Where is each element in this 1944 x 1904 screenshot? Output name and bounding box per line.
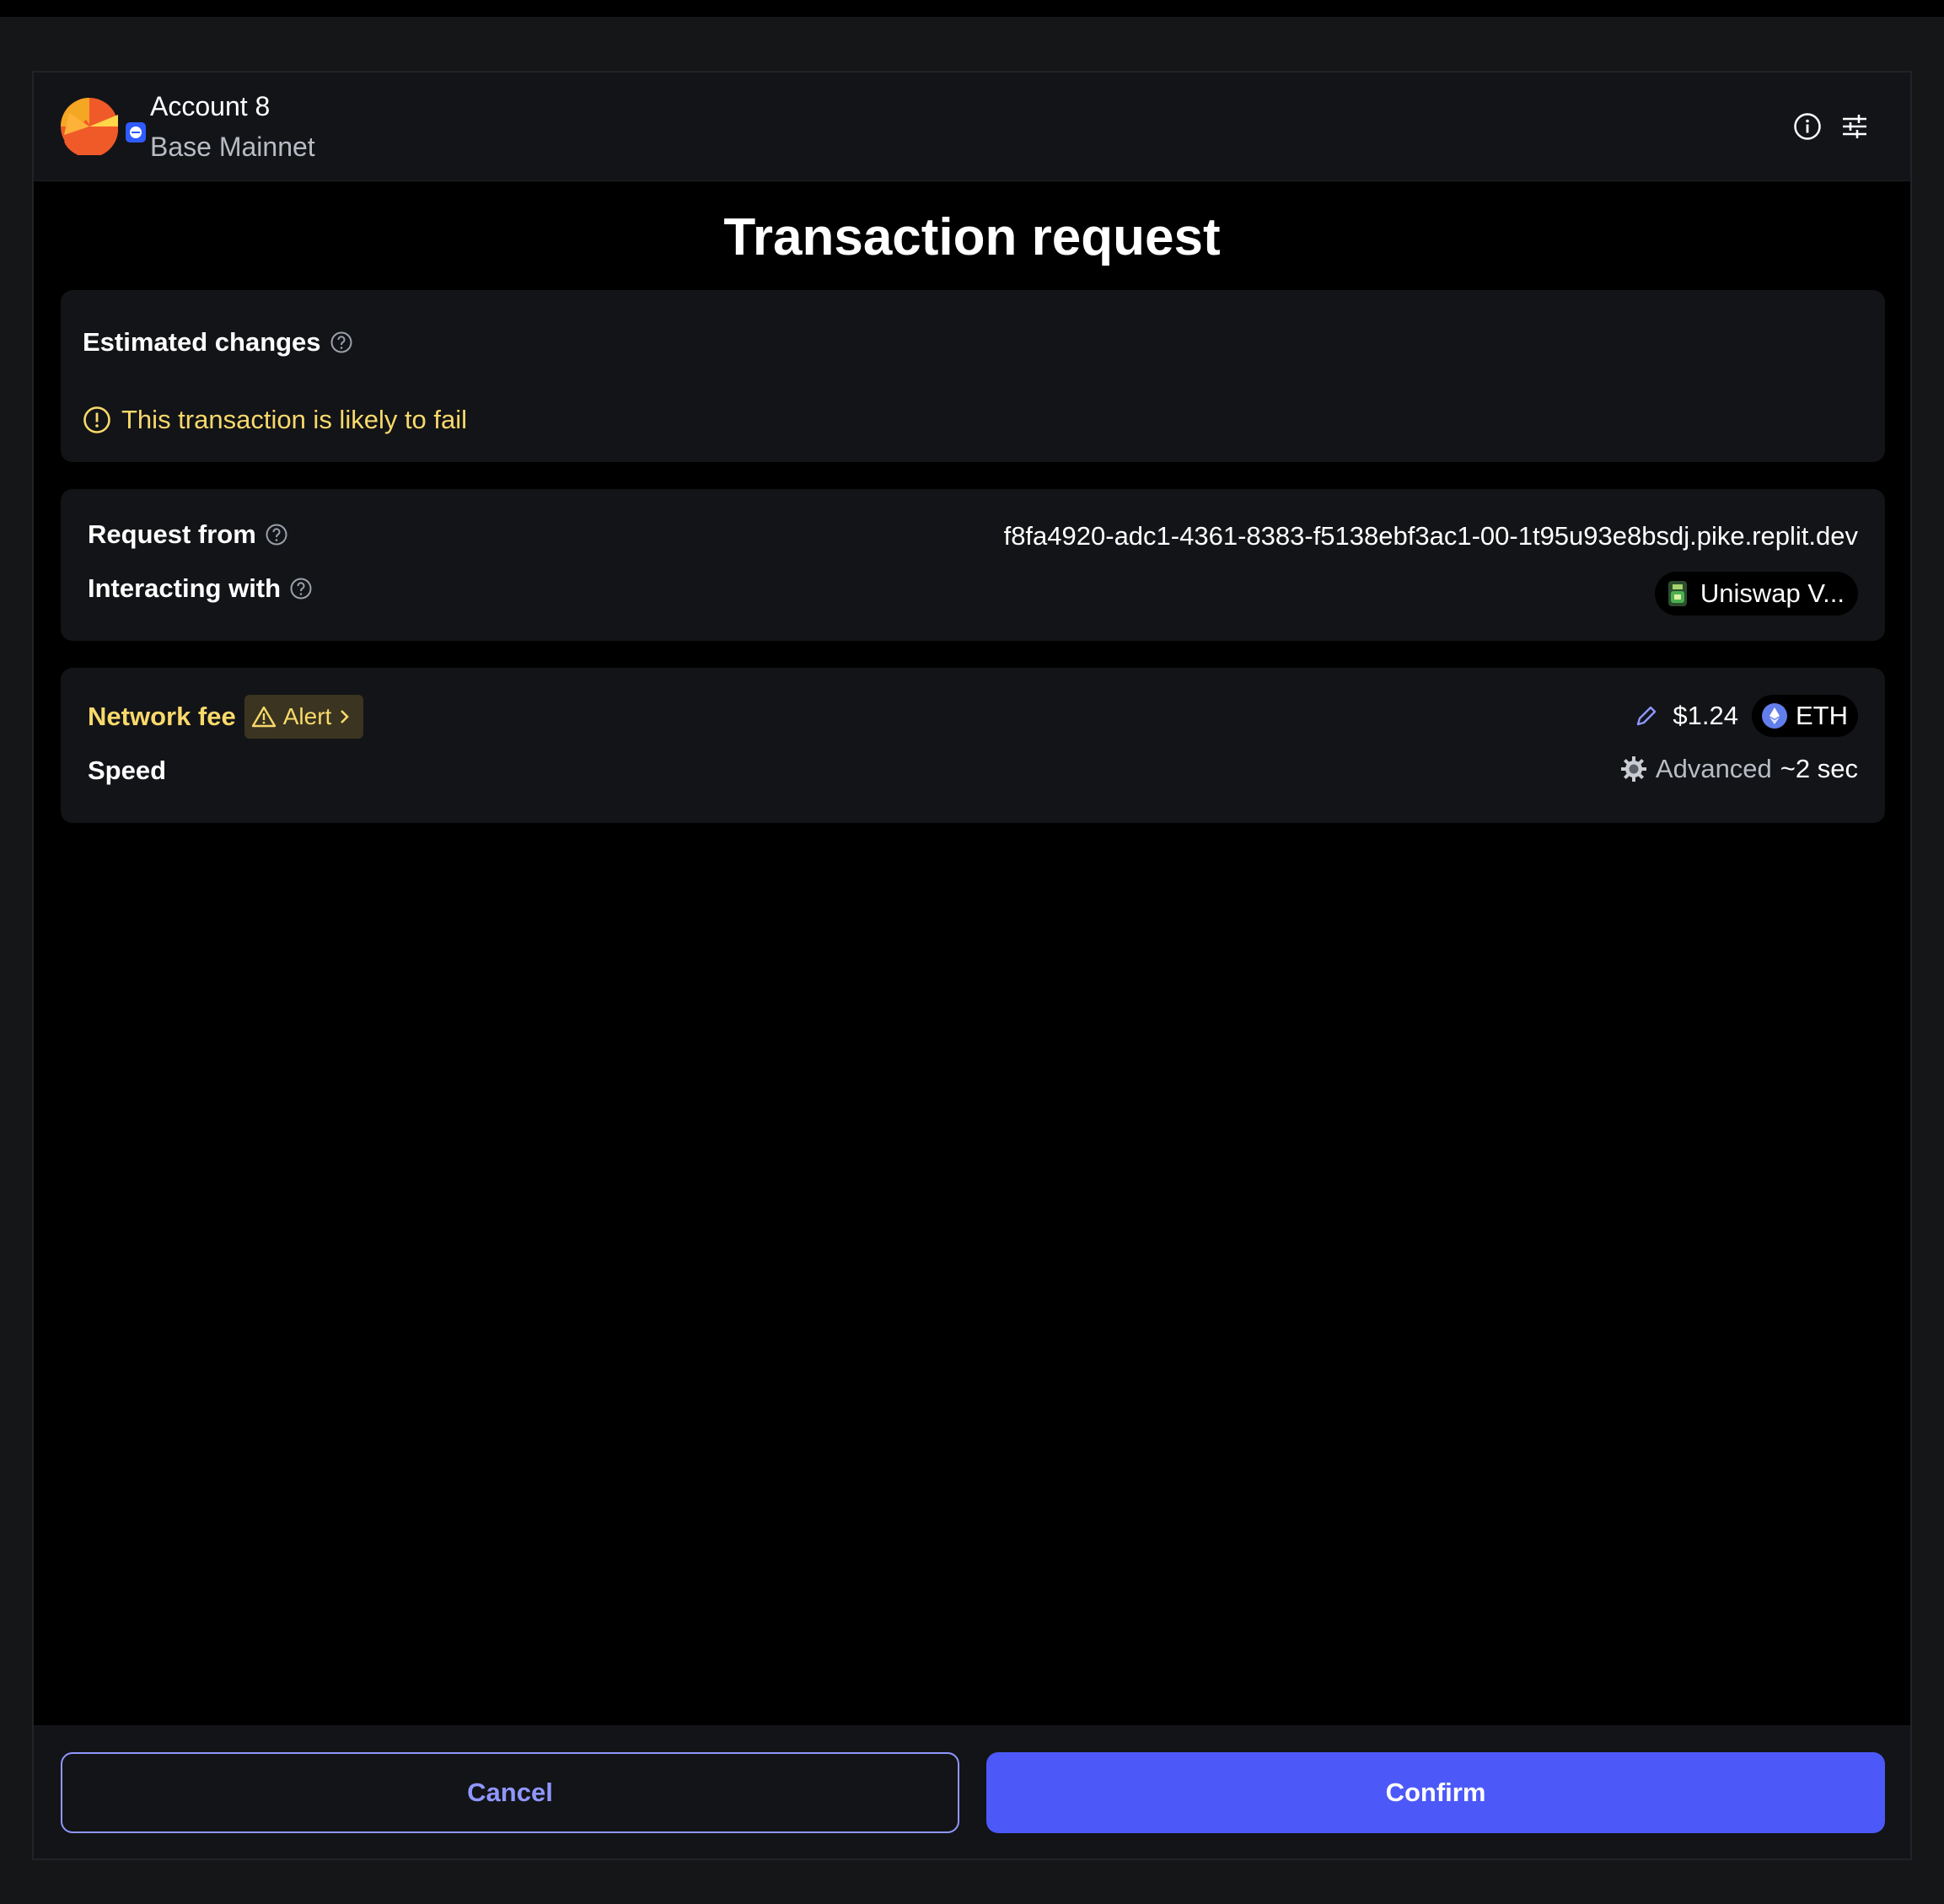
- failure-warning: This transaction is likely to fail: [83, 405, 467, 435]
- network-name[interactable]: Base Mainnet: [150, 132, 315, 163]
- question-icon[interactable]: [330, 331, 353, 354]
- speed-label: Speed: [88, 756, 167, 785]
- warning-triangle-icon: [251, 706, 276, 728]
- page-title: Transaction request: [723, 208, 1221, 266]
- top-bar: [0, 0, 1944, 17]
- speed-mode: Advanced: [1655, 754, 1772, 783]
- contract-name: Uniswap V...: [1700, 578, 1845, 608]
- chevron-right-icon: [341, 710, 350, 723]
- estimated-changes-label: Estimated changes: [83, 327, 353, 358]
- failure-warning-text: This transaction is likely to fail: [121, 405, 468, 434]
- eth-icon: [1762, 703, 1787, 729]
- currency-chip[interactable]: ETH: [1752, 695, 1858, 737]
- gear-icon: [1620, 756, 1646, 782]
- request-from-text: Request from: [88, 519, 256, 549]
- fee-amount: $1.24: [1673, 701, 1738, 730]
- account-name[interactable]: Account 8: [150, 91, 270, 122]
- pencil-edit-icon[interactable]: [1634, 703, 1659, 729]
- question-icon[interactable]: [265, 523, 288, 546]
- sliders-settings-icon[interactable]: [1838, 110, 1872, 143]
- request-from-label: Request from: [88, 519, 288, 550]
- speed-time: ~2 sec: [1780, 754, 1858, 783]
- contract-pill[interactable]: Uniswap V...: [1654, 572, 1858, 616]
- alert-chip[interactable]: Alert: [244, 695, 364, 739]
- interacting-with-text: Interacting with: [88, 573, 282, 603]
- account-header: Account 8 Base Mainnet: [34, 73, 1910, 181]
- cancel-button[interactable]: Cancel: [61, 1752, 959, 1833]
- network-fee-row: Network fee Alert: [88, 695, 364, 739]
- estimated-changes-card: Estimated changes This transaction is li…: [61, 290, 1885, 462]
- base-network-icon: [123, 120, 148, 145]
- currency-label: ETH: [1796, 701, 1848, 730]
- alert-label: Alert: [282, 703, 332, 729]
- request-details-card: Request from f8fa4920-adc1-4361-8383-f51…: [61, 489, 1885, 641]
- request-from-value: f8fa4920-adc1-4361-8383-f5138ebf3ac1-00-…: [1003, 521, 1858, 551]
- network-fee-label: Network fee: [88, 702, 236, 731]
- transaction-dialog: Account 8 Base Mainnet Transaction reque…: [32, 71, 1912, 1860]
- action-footer: Cancel Confirm: [34, 1725, 1910, 1858]
- interacting-with-label: Interacting with: [88, 573, 313, 604]
- estimated-changes-text: Estimated changes: [83, 327, 321, 357]
- warning-circle-icon: [83, 406, 110, 433]
- info-icon[interactable]: [1791, 110, 1824, 143]
- speed-value-row[interactable]: Advanced ~2 sec: [1620, 754, 1858, 784]
- fee-value-row: $1.24 ETH: [1634, 695, 1858, 737]
- account-avatar[interactable]: [61, 98, 148, 155]
- network-fee-card: Network fee Alert $1.24 ETH Speed Advanc…: [61, 668, 1885, 823]
- question-icon[interactable]: [289, 577, 313, 600]
- contract-avatar-icon: [1667, 581, 1687, 606]
- confirm-button[interactable]: Confirm: [986, 1752, 1885, 1833]
